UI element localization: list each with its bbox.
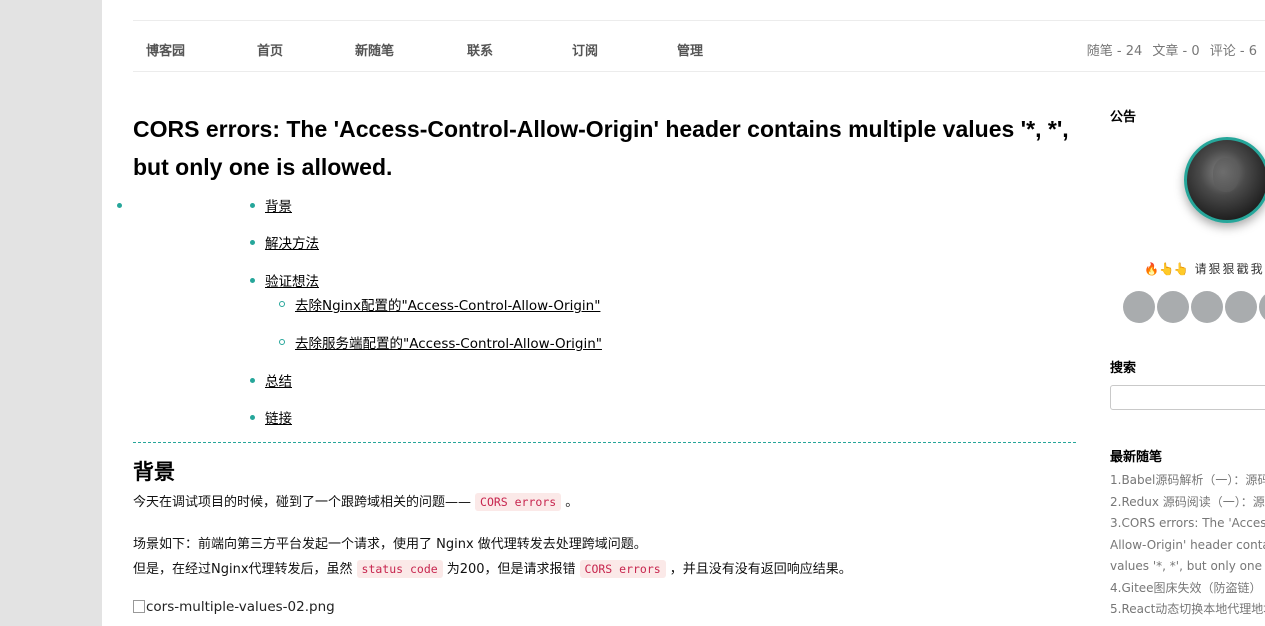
sidebar: 公告 🔥👆👆 请狠狠戳我 搜索 最新随笔 1.Babel源码解析（一）：源码 2… — [1110, 0, 1265, 626]
recent-post-link[interactable]: 3.CORS errors: The 'Access- — [1110, 516, 1265, 530]
toc-link-solution[interactable]: 解决方法 — [265, 232, 319, 252]
toc-link-remove-server[interactable]: 去除服务端配置的"Access-Control-Allow-Origin" — [295, 332, 602, 352]
toc-link-remove-nginx[interactable]: 去除Nginx配置的"Access-Control-Allow-Origin" — [295, 294, 600, 314]
recent-post-link[interactable]: 1.Babel源码解析（一）：源码 — [1110, 473, 1265, 487]
bullet-icon — [117, 203, 122, 208]
paragraph-text: 今天在调试项目的时候，碰到了一个跟跨域相关的问题—— — [133, 495, 472, 510]
bullet-icon — [250, 278, 255, 283]
nav-item-home[interactable]: 首页 — [257, 40, 283, 59]
recent-post-link[interactable]: 5.React动态切换本地代理地址 — [1110, 602, 1265, 616]
paragraph-2: 场景如下：前端向第三方平台发起一个请求，使用了 Nginx 做代理转发去处理跨域… — [133, 537, 647, 552]
follower-avatar[interactable] — [1123, 291, 1155, 323]
poke-me[interactable]: 🔥👆👆 请狠狠戳我 — [1144, 260, 1265, 277]
broken-image: cors-multiple-values-02.png — [133, 599, 335, 615]
page: 博客园 首页 新随笔 联系 订阅 管理 随笔 - 24 文章 - 0 评论 - … — [102, 0, 1265, 626]
section-divider — [133, 442, 1076, 443]
avatar[interactable] — [1184, 137, 1265, 223]
nav-item-manage[interactable]: 管理 — [677, 40, 703, 59]
left-gutter — [0, 0, 102, 626]
inline-code: CORS errors — [475, 493, 562, 511]
toc-link-verify[interactable]: 验证想法 — [265, 270, 319, 290]
hollow-bullet-icon — [279, 339, 285, 345]
inline-code: CORS errors — [579, 560, 666, 578]
follower-avatar[interactable] — [1191, 291, 1223, 323]
nav-item-cnblogs[interactable]: 博客园 — [146, 40, 185, 59]
search-heading: 搜索 — [1110, 361, 1137, 376]
follower-avatar[interactable] — [1157, 291, 1189, 323]
bullet-icon — [250, 415, 255, 420]
hollow-bullet-icon — [279, 301, 285, 307]
recent-posts-list: 1.Babel源码解析（一）：源码 2.Redux 源码阅读（一）：源码 3.C… — [1110, 470, 1265, 621]
poke-text: 请狠狠戳我 — [1194, 262, 1265, 276]
recent-post-item[interactable]: 2.Redux 源码阅读（一）：源码 — [1110, 492, 1265, 514]
recent-post-item[interactable]: 4.Gitee图床失效（防盗链） — [1110, 578, 1265, 600]
recent-post-link[interactable]: 2.Redux 源码阅读（一）：源码 — [1110, 495, 1265, 509]
paragraph-3: 但是，在经过Nginx代理转发后，虽然 status code 为200，但是请求报… — [133, 558, 852, 578]
image-alt-text: cors-multiple-values-02.png — [146, 599, 335, 615]
search-input[interactable] — [1110, 385, 1265, 410]
recent-post-link[interactable]: 4.Gitee图床失效（防盗链） — [1110, 581, 1262, 595]
fire-pointing-icon: 🔥 — [1144, 262, 1159, 276]
notice-heading: 公告 — [1110, 110, 1137, 125]
paragraph-1: 今天在调试项目的时候，碰到了一个跟跨域相关的问题—— CORS errors。 — [133, 491, 579, 511]
paragraph-text: ，并且没有没有返回响应结果。 — [669, 562, 852, 577]
recent-post-link[interactable]: values '*, *', but only one is al — [1110, 559, 1265, 573]
follower-avatar[interactable] — [1259, 291, 1265, 323]
pointing-icon: 👆👆 — [1158, 262, 1189, 276]
paragraph-text: 但是，在经过Nginx代理转发后，虽然 — [133, 562, 353, 577]
recent-post-item[interactable]: Allow-Origin' header contains — [1110, 535, 1265, 557]
broken-image-icon — [133, 600, 145, 613]
recent-post-item[interactable]: 1.Babel源码解析（一）：源码 — [1110, 470, 1265, 492]
nav-item-contact[interactable]: 联系 — [467, 40, 493, 59]
toc-link-background[interactable]: 背景 — [265, 195, 292, 215]
bullet-icon — [250, 240, 255, 245]
top-nav: 博客园 首页 新随笔 联系 订阅 管理 随笔 - 24 文章 - 0 评论 - … — [133, 21, 1265, 72]
post-title: CORS errors: The 'Access-Control-Allow-O… — [133, 116, 1069, 180]
nav-item-subscribe[interactable]: 订阅 — [572, 40, 598, 59]
inline-code: status code — [356, 560, 443, 578]
recent-post-item[interactable]: 5.React动态切换本地代理地址 — [1110, 599, 1265, 621]
toc-link-summary[interactable]: 总结 — [265, 370, 292, 390]
section-heading-background: 背景 — [133, 460, 175, 484]
bullet-icon — [250, 203, 255, 208]
paragraph-text: 为200，但是请求报错 — [446, 562, 576, 577]
recent-post-item[interactable]: values '*, *', but only one is al — [1110, 556, 1265, 578]
bullet-icon — [250, 378, 255, 383]
nav-item-new-post[interactable]: 新随笔 — [355, 40, 394, 59]
recent-posts-heading: 最新随笔 — [1110, 450, 1163, 465]
follower-avatar[interactable] — [1225, 291, 1257, 323]
toc-link-links[interactable]: 链接 — [265, 407, 292, 427]
recent-post-item[interactable]: 3.CORS errors: The 'Access- — [1110, 513, 1265, 535]
paragraph-text: 。 — [565, 495, 579, 510]
recent-post-link[interactable]: Allow-Origin' header contains — [1110, 538, 1265, 552]
